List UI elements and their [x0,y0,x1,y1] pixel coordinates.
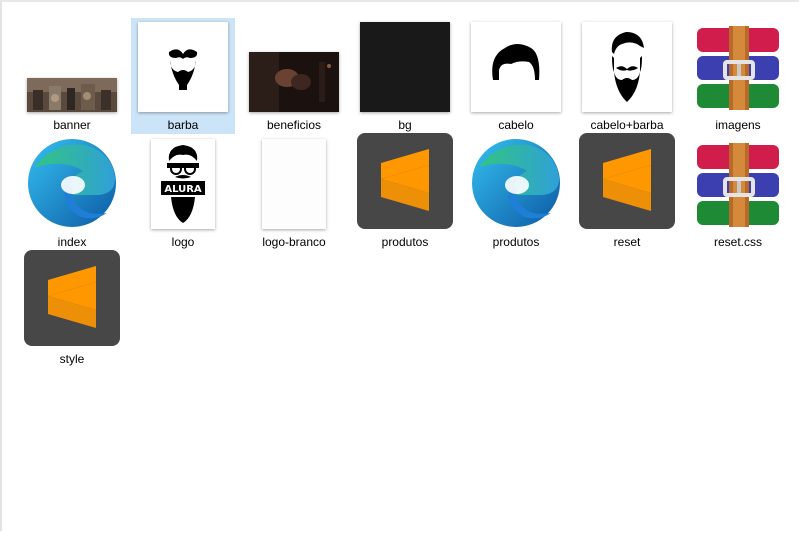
file-item-imagens[interactable]: imagens [686,18,790,134]
file-label: logo [171,235,195,249]
file-label: produtos [381,235,429,249]
file-label: reset [613,235,641,249]
winrar-archive-icon [691,24,785,112]
file-explorer-view: banner barba beneficios bg cabelo cabelo… [0,0,799,531]
file-label: beneficios [266,118,322,132]
edge-browser-icon [25,137,119,229]
file-item-banner[interactable]: banner [20,18,124,134]
file-label: produtos [492,235,540,249]
sublime-text-icon [357,133,453,229]
dark-texture-thumbnail [360,22,450,112]
file-label: logo-branco [262,235,326,249]
beard-silhouette-thumbnail [138,22,228,112]
file-label: banner [53,118,91,132]
file-item-cabelo-barba[interactable]: cabelo+barba [575,18,679,134]
sublime-text-icon [24,250,120,346]
logo-text: ALURA [164,184,202,195]
file-item-reset-css[interactable]: reset.css [686,135,790,251]
file-item-logo[interactable]: ALURA logo [131,135,235,251]
file-item-index[interactable]: index [20,135,124,251]
file-label: cabelo [498,118,534,132]
file-item-produtos-html[interactable]: produtos [464,135,568,251]
winrar-archive-icon [691,141,785,229]
file-label: imagens [715,118,761,132]
file-item-cabelo[interactable]: cabelo [464,18,568,134]
file-item-style[interactable]: style [20,250,124,368]
file-item-reset[interactable]: reset [575,133,679,251]
file-item-bg[interactable]: bg [353,18,457,134]
edge-browser-icon [469,137,563,229]
hair-beard-silhouette-thumbnail [582,22,672,112]
file-item-barba[interactable]: barba [131,18,235,134]
file-item-produtos-css[interactable]: produtos [353,133,457,251]
banner-thumbnail [27,78,117,112]
barbershop-photo-thumbnail [249,52,339,112]
file-label: bg [398,118,412,132]
file-label: cabelo+barba [590,118,664,132]
sublime-text-icon [579,133,675,229]
file-label: reset.css [713,235,762,249]
file-label: style [59,352,85,366]
alura-logo-thumbnail: ALURA [151,139,215,229]
file-label: index [57,235,87,249]
file-item-beneficios[interactable]: beneficios [242,18,346,134]
hair-silhouette-thumbnail [471,22,561,112]
white-logo-thumbnail [262,139,326,229]
file-label: barba [167,118,199,132]
file-item-logo-branco[interactable]: logo-branco [242,135,346,251]
